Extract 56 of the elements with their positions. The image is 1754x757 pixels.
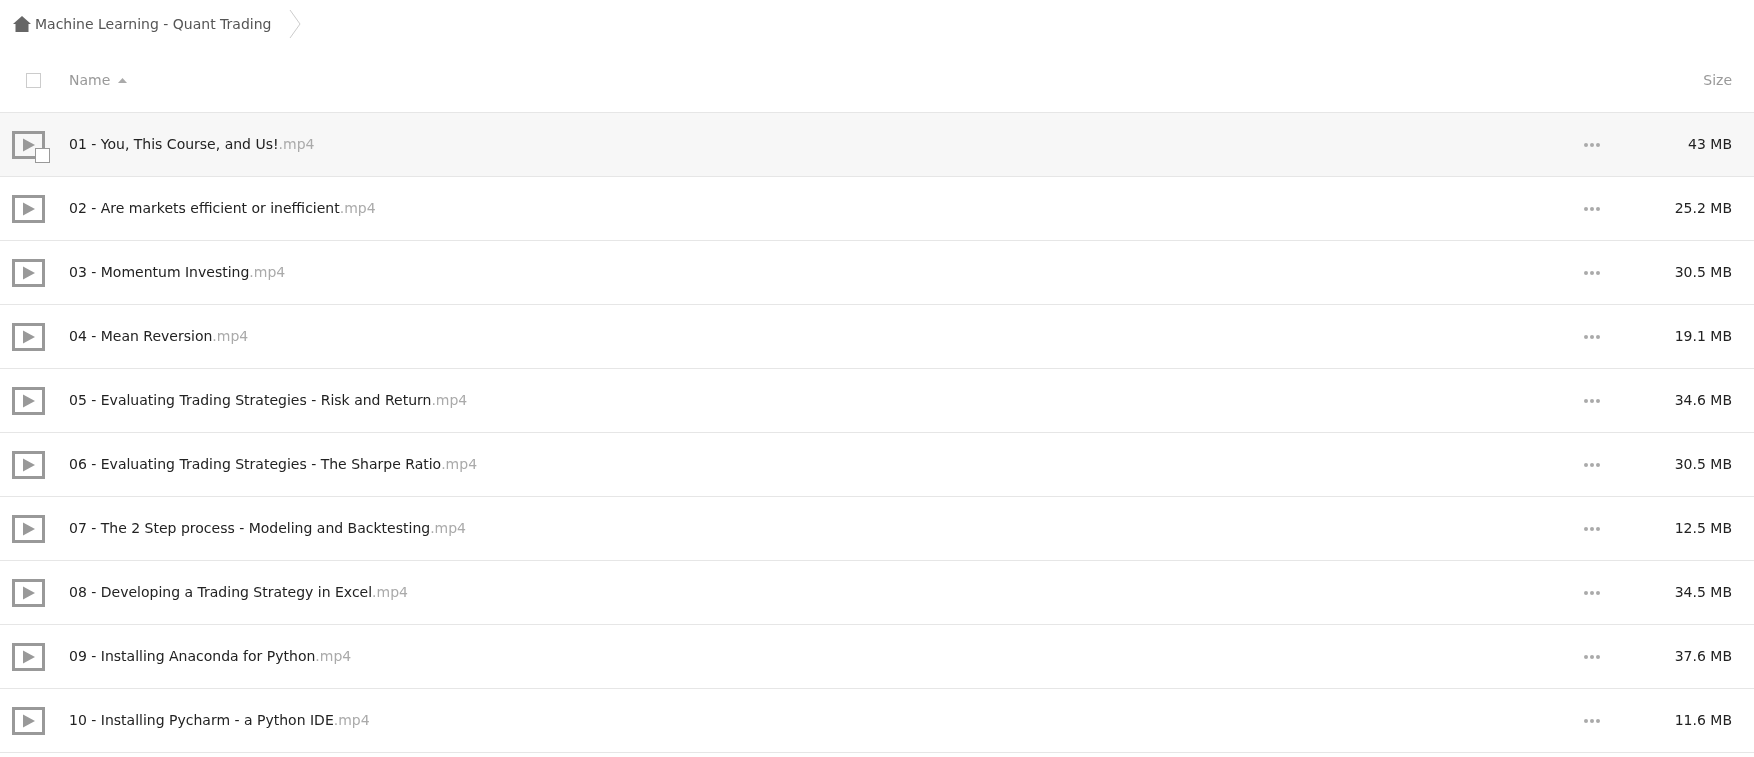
file-name[interactable]: 01 - You, This Course, and Us! (69, 134, 279, 155)
file-extension: .mp4 (249, 263, 286, 282)
more-options-icon[interactable] (1584, 205, 1602, 212)
file-extension: .mp4 (441, 455, 478, 474)
home-icon (13, 16, 31, 32)
file-name[interactable]: 06 - Evaluating Trading Strategies - The Sharpe Ratio (69, 454, 442, 475)
file-name[interactable]: 08 - Developing a Trading Strategy in Excel (69, 582, 373, 603)
video-file-icon (12, 642, 45, 671)
file-size: 30.5 MB (1673, 263, 1732, 282)
file-row[interactable]: 01 - You, This Course, and Us!.mp4 43 MB (0, 113, 1754, 177)
file-extension: .mp4 (339, 199, 376, 218)
more-options-icon[interactable] (1584, 269, 1602, 276)
file-size: 30.5 MB (1673, 455, 1732, 474)
file-size: 37.6 MB (1673, 647, 1732, 666)
file-name[interactable]: 07 - The 2 Step process - Modeling and Backtesting (69, 518, 431, 539)
file-size: 11.6 MB (1673, 711, 1732, 730)
file-name[interactable]: 03 - Momentum Investing (69, 262, 250, 283)
file-name[interactable]: 04 - Mean Reversion (69, 326, 213, 347)
file-extension: .mp4 (212, 327, 249, 346)
video-file-icon (12, 450, 45, 479)
file-name[interactable]: 10 - Installing Pycharm - a Python IDE (69, 710, 334, 731)
file-extension: .mp4 (431, 391, 468, 410)
file-extension: .mp4 (315, 647, 352, 666)
file-size: 34.6 MB (1673, 391, 1732, 410)
more-options-icon[interactable] (1584, 525, 1602, 532)
file-extension: .mp4 (430, 519, 467, 538)
video-file-icon (12, 386, 45, 415)
file-extension: .mp4 (372, 583, 408, 602)
more-options-icon[interactable] (1584, 397, 1602, 404)
video-file-icon (12, 322, 45, 351)
file-name[interactable]: 05 - Evaluating Trading Strategies - Risk and Return (69, 390, 432, 411)
more-options-icon[interactable] (1584, 333, 1602, 340)
file-name[interactable]: 02 - Are markets efficient or inefficient (69, 198, 340, 219)
video-file-icon (12, 194, 45, 223)
video-file-icon (12, 130, 45, 159)
video-file-icon (12, 706, 45, 735)
more-options-icon[interactable] (1584, 653, 1602, 660)
more-options-icon[interactable] (1584, 461, 1602, 468)
video-file-icon (12, 258, 45, 287)
more-options-icon[interactable] (1584, 589, 1602, 596)
file-name[interactable]: 09 - Installing Anaconda for Python (69, 646, 316, 667)
video-file-icon (12, 514, 45, 543)
file-size: 12.5 MB (1673, 519, 1732, 538)
file-size: 19.1 MB (1673, 327, 1732, 346)
more-options-icon[interactable] (1584, 141, 1602, 148)
more-options-icon[interactable] (1584, 717, 1602, 724)
video-file-icon (12, 578, 45, 607)
file-extension: .mp4 (333, 711, 370, 730)
chevron-icon (289, 9, 302, 39)
file-size: 25.2 MB (1673, 199, 1732, 218)
file-extension: .mp4 (278, 135, 315, 154)
row-checkbox[interactable] (35, 147, 50, 163)
file-size: 34.5 MB (1673, 583, 1732, 602)
file-size: 43 MB (1687, 135, 1732, 154)
select-all-checkbox[interactable] (26, 72, 41, 88)
breadcrumb-link[interactable]: Machine Learning - Quant Trading (35, 13, 272, 35)
